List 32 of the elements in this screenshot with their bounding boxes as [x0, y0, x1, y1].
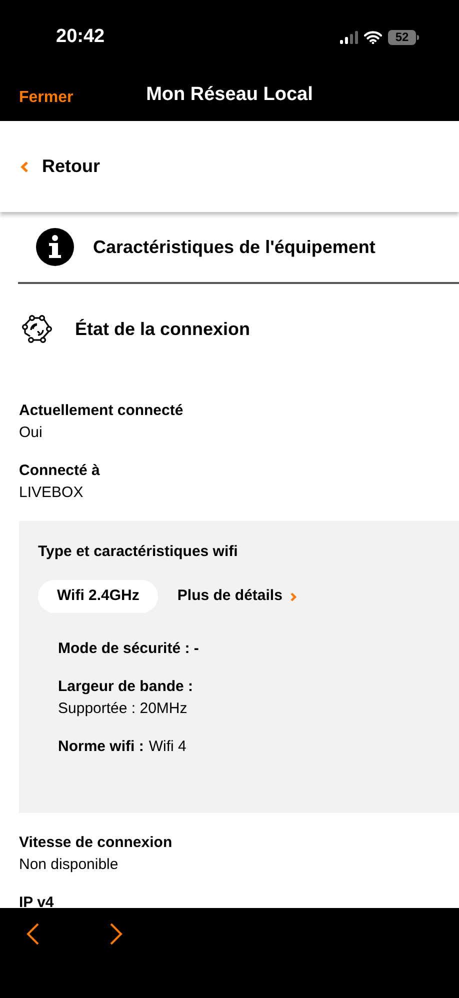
card-title: Type et caractéristiques wifi — [38, 543, 239, 561]
status-time: 20:42 — [56, 24, 105, 49]
chevron-left-icon — [20, 160, 29, 172]
section-heading: État de la connexion — [75, 318, 250, 340]
info-icon — [36, 228, 74, 266]
field-value: Oui — [19, 424, 44, 442]
field-label: Actuellement connecté — [19, 402, 184, 420]
field-label: IP v4 — [19, 894, 55, 908]
band-tab[interactable]: Wifi 2.4GHz — [38, 580, 158, 613]
wifi-icon — [364, 30, 382, 44]
close-button[interactable]: Fermer — [19, 86, 74, 110]
field-label: Largeur de bande : — [58, 678, 194, 696]
chevron-right-icon — [109, 922, 123, 946]
signal-icon — [340, 30, 358, 44]
details-link[interactable]: Plus de détails — [177, 585, 298, 608]
field-value: Supportée : 20MHz — [58, 700, 188, 718]
chevron-left-icon — [26, 922, 40, 946]
network-icon — [21, 314, 53, 344]
battery-icon: 52 — [388, 30, 419, 44]
field-value: Wifi 4 — [148, 738, 186, 756]
next-button[interactable] — [109, 922, 123, 946]
field-label: Mode de sécurité : - — [58, 640, 199, 658]
field-label: Connecté à — [19, 462, 101, 480]
back-button[interactable]: Retour — [20, 153, 100, 180]
chevron-right-icon — [290, 592, 298, 602]
field-value: Non disponible — [19, 856, 120, 874]
window-title: Mon Réseau Local — [146, 83, 313, 108]
field-value: LIVEBOX — [19, 484, 84, 502]
field-label: Vitesse de connexion — [19, 834, 174, 852]
section-heading: Caractéristiques de l'équipement — [93, 236, 376, 259]
field-label: Norme wifi : — [58, 738, 144, 756]
previous-button[interactable] — [26, 922, 40, 946]
